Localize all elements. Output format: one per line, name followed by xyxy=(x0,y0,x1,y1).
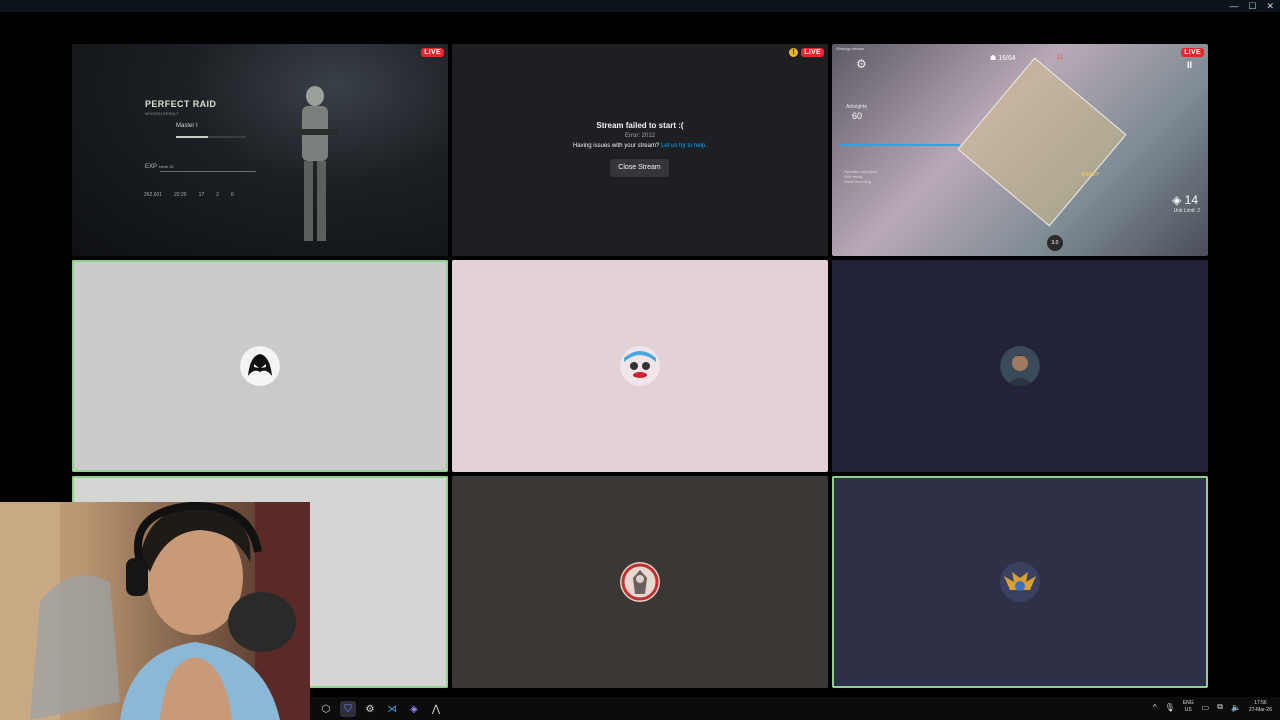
live-badge: LIVE xyxy=(421,48,444,57)
maximize-button[interactable]: ☐ xyxy=(1248,0,1256,12)
close-stream-button[interactable]: Close Stream xyxy=(610,159,669,177)
stream-tile-game1[interactable]: PERFECT RAID MISSION RESULT Master I EXP… xyxy=(72,44,448,256)
deploy-points: ◈ 14 xyxy=(1172,193,1198,207)
volume-icon[interactable]: 🔈 xyxy=(1231,703,1241,712)
help-text: Having issues with your stream? Let us t… xyxy=(572,143,708,149)
webcam-person xyxy=(0,502,310,720)
chevron-up-icon[interactable]: ^ xyxy=(1153,703,1157,712)
clock[interactable]: 17:56 27-Mar-26 xyxy=(1249,700,1272,714)
monitor-icon[interactable]: ▭ xyxy=(1202,703,1210,712)
webcam-overlay xyxy=(0,502,310,720)
window-titlebar: — ☐ ✕ xyxy=(0,0,1280,12)
live-badge: LIVE xyxy=(1181,48,1204,57)
window-controls: — ☐ ✕ xyxy=(1229,0,1274,12)
error-code: Error: 2012 xyxy=(624,133,655,139)
system-tray: ^ 🎙 ENG US ▭ ⧉ 🔈 17:56 27-Mar-26 xyxy=(1153,700,1272,714)
microphone-icon[interactable]: 🎙 xyxy=(1165,703,1175,712)
stream-tile-game2[interactable]: Strategy stream ⚙ Arknights 60 ☗ 16/64 1… xyxy=(832,44,1208,256)
chat-line: Wave incoming xyxy=(844,179,872,184)
obs-icon[interactable]: ⬡ xyxy=(318,701,334,717)
live-badge: LIVE xyxy=(801,48,824,57)
rank-progress xyxy=(176,136,246,138)
rank-label: Master I xyxy=(176,123,198,129)
enemy-counter: ☗ 16/64 xyxy=(990,55,1016,62)
participant-tile[interactable] xyxy=(832,260,1208,472)
result-subtitle: MISSION RESULT xyxy=(145,111,179,116)
skill-cooldown[interactable]: 3.0 xyxy=(1047,235,1063,251)
taskbar-apps: ⬡ ⛉ ⚙ ⋊ ◈ ⋀ xyxy=(318,701,444,717)
person-avatar xyxy=(1000,346,1040,386)
venom-avatar xyxy=(240,346,280,386)
participant-tile[interactable] xyxy=(452,260,828,472)
language-indicator[interactable]: ENG US xyxy=(1183,700,1194,714)
minimize-button[interactable]: — xyxy=(1229,0,1238,12)
stat-value: 262,601 xyxy=(144,192,163,198)
warrior-avatar xyxy=(620,562,660,602)
stream-failed-title: Stream failed to start :( xyxy=(596,121,684,130)
network-icon[interactable]: ⧉ xyxy=(1217,702,1223,712)
soldier-figure xyxy=(294,86,338,241)
participant-tile[interactable] xyxy=(452,476,828,688)
settings-icon[interactable]: ⚙ xyxy=(362,701,378,717)
dragon-avatar xyxy=(1000,562,1040,602)
vscode-icon[interactable]: ⋊ xyxy=(384,701,400,717)
stream-header: Strategy stream xyxy=(836,46,865,51)
game-board xyxy=(957,57,1127,227)
health-bar xyxy=(840,144,960,146)
pause-button[interactable]: II xyxy=(1187,60,1192,70)
help-link[interactable]: Let us try to help. xyxy=(661,143,707,149)
exp-progress xyxy=(160,171,256,172)
warning-icon: ! xyxy=(789,48,798,57)
stat-value: 6 xyxy=(230,192,234,198)
exp-label: EXP Level 32 xyxy=(145,164,174,170)
result-title: PERFECT RAID xyxy=(145,99,217,109)
game-chat: Operator deployed Skill ready Wave incom… xyxy=(844,169,964,201)
gear-icon[interactable]: ⚙ xyxy=(856,57,867,71)
life-counter: 11 xyxy=(1056,54,1064,61)
operator-name: Arknights xyxy=(846,104,867,110)
clown-avatar xyxy=(620,346,660,386)
stat-value: 17 xyxy=(198,192,205,198)
close-button[interactable]: ✕ xyxy=(1266,0,1274,12)
app-icon[interactable]: ◈ xyxy=(406,701,422,717)
unit-limit: Unit Limit: 2 xyxy=(1173,208,1200,214)
arrow-icon[interactable]: ⋀ xyxy=(428,701,444,717)
stat-value: 2 xyxy=(216,192,219,198)
skill-ready-label: READY xyxy=(1082,172,1100,178)
stream-tile-failed: Stream failed to start :( Error: 2012 Ha… xyxy=(452,44,828,256)
participant-tile[interactable] xyxy=(832,476,1208,688)
participant-tile[interactable] xyxy=(72,260,448,472)
result-stats: 262,601 22:29 17 2 6 xyxy=(144,192,234,198)
taskbar: ⬡ ⛉ ⚙ ⋊ ◈ ⋀ ^ 🎙 ENG US ▭ ⧉ 🔈 17:56 27-Ma… xyxy=(310,697,1280,720)
stat-value: 22:29 xyxy=(174,192,187,198)
bitwarden-icon[interactable]: ⛉ xyxy=(340,701,356,717)
operator-level: 60 xyxy=(852,111,863,121)
